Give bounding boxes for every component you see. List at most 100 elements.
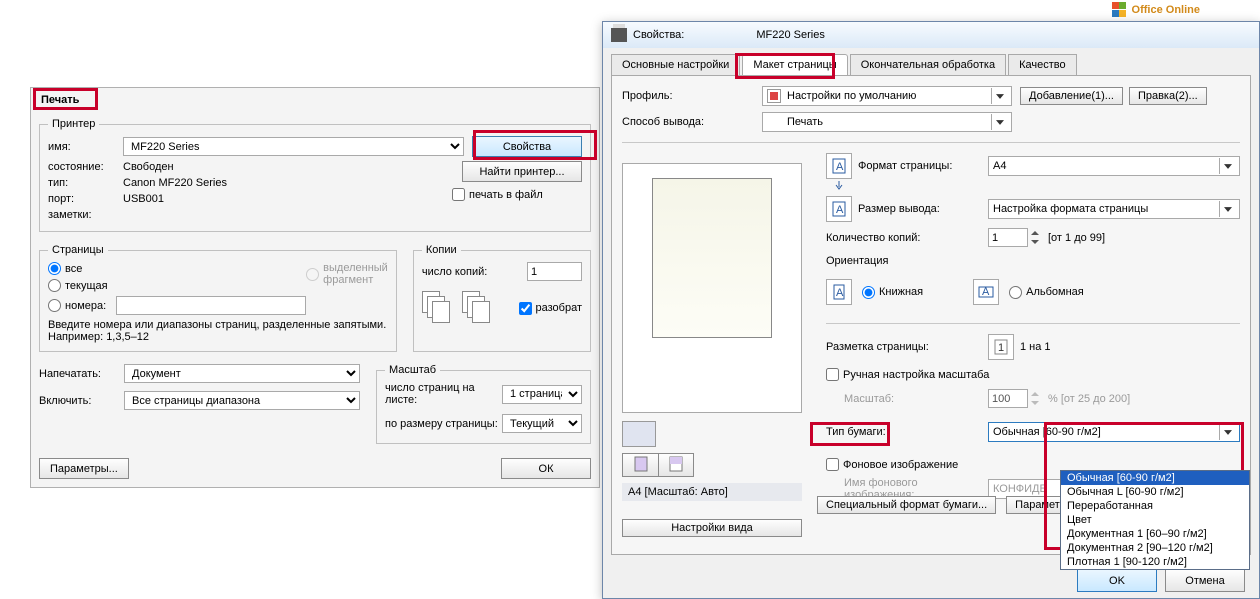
preview-stack-icon (622, 421, 656, 447)
portrait-radio[interactable] (862, 286, 875, 299)
pages-current-radio[interactable] (48, 279, 61, 292)
manual-scale-checkbox[interactable] (826, 368, 839, 381)
page-size-icon: A (826, 153, 852, 179)
chevron-down-icon (991, 114, 1007, 130)
custom-paper-size-button[interactable]: Специальный формат бумаги... (817, 496, 996, 514)
scale-group-label: Масштаб (385, 364, 440, 376)
paper-option[interactable]: Обычная L [60-90 г/м2] (1061, 485, 1249, 499)
pages-numbers-input[interactable] (116, 296, 306, 315)
collate-icon (462, 291, 492, 325)
page-icon (634, 456, 648, 472)
landscape-radio[interactable] (1009, 286, 1022, 299)
office-logo-icon (1112, 2, 1128, 18)
office-online-link[interactable]: Office Online (1112, 0, 1200, 20)
output-method-select[interactable]: Печать (762, 112, 1012, 132)
parameters-button[interactable]: Параметры... (39, 458, 129, 479)
paper-type-dropdown-list[interactable]: Обычная [60-90 г/м2] Обычная L [60-90 г/… (1060, 470, 1250, 570)
spinner-down-icon[interactable] (1028, 238, 1042, 247)
paper-option[interactable]: Документная 1 [60–90 г/м2] (1061, 527, 1249, 541)
svg-text:A: A (836, 161, 844, 173)
print-what-select[interactable]: Документ (124, 364, 360, 383)
spinner-up-icon (1028, 390, 1042, 399)
paper-option[interactable]: Документная 2 [90–120 г/м2] (1061, 541, 1249, 555)
tab-finishing[interactable]: Окончательная обработка (850, 54, 1006, 75)
paper-option[interactable]: Плотная 1 [90-120 г/м2] (1061, 555, 1249, 569)
profile-icon (767, 89, 781, 103)
output-size-label: Размер вывода: (858, 203, 988, 215)
landscape-icon: A (973, 279, 999, 305)
watermark-checkbox[interactable] (826, 458, 839, 471)
print-to-file-checkbox[interactable] (452, 188, 465, 201)
port-label: порт: (48, 193, 123, 205)
view-settings-button[interactable]: Настройки вида (622, 519, 802, 537)
pages-per-sheet-select[interactable]: 1 страница (502, 385, 582, 404)
pages-all-label: все (65, 263, 82, 275)
page-size-select[interactable]: A4 (988, 156, 1240, 176)
print-dialog-title: Печать (31, 88, 599, 112)
pages-selection-radio (306, 268, 319, 281)
properties-title-prefix: Свойства: (633, 29, 684, 41)
copies-label: Количество копий: (826, 232, 988, 244)
output-method-label: Способ вывода: (622, 116, 762, 128)
scale-input (988, 389, 1028, 408)
chevron-down-icon (1219, 201, 1235, 217)
collate-label: разобрат (536, 302, 582, 314)
chevron-down-icon (991, 88, 1007, 104)
pages-selection-label: выделенный фрагмент (323, 262, 388, 286)
page-layout-label: Разметка страницы: (826, 341, 988, 353)
pages-hint: Введите номера или диапазоны страниц, ра… (48, 319, 388, 343)
page-preview (622, 163, 802, 413)
paper-option[interactable]: Переработанная (1061, 499, 1249, 513)
tab-basic-settings[interactable]: Основные настройки (611, 54, 740, 75)
spinner-up-icon[interactable] (1028, 229, 1042, 238)
highlight-print-title (33, 88, 98, 110)
profile-select[interactable]: Настройки по умолчанию (762, 86, 1012, 106)
include-select[interactable]: Все страницы диапазона (124, 391, 360, 410)
properties-ok-button[interactable]: OK (1077, 569, 1157, 592)
copies-group: Копии число копий: разобрат (413, 244, 591, 352)
highlight-paper-type-label (810, 422, 890, 446)
pages-all-radio[interactable] (48, 262, 61, 275)
copies-range: [от 1 до 99] (1048, 232, 1105, 244)
pages-group: Страницы все текущая номера: выделенный … (39, 244, 397, 352)
arrow-down-icon (834, 181, 844, 191)
tab-quality[interactable]: Качество (1008, 54, 1077, 75)
preview-caption: A4 [Масштаб: Авто] (622, 483, 802, 501)
manual-scale-label: Ручная настройка масштаба (843, 369, 989, 381)
edit-profile-button[interactable]: Правка(2)... (1129, 87, 1207, 105)
fit-to-page-select[interactable]: Текущий (502, 414, 582, 433)
printer-name-select[interactable]: MF220 Series (123, 137, 464, 156)
collate-checkbox[interactable] (519, 302, 532, 315)
collate-icon (422, 291, 452, 325)
layout-icon: 1 (988, 334, 1014, 360)
type-label: тип: (48, 177, 123, 189)
properties-cancel-button[interactable]: Отмена (1165, 569, 1245, 592)
pages-numbers-label: номера: (65, 300, 106, 312)
office-text: Office Online (1132, 4, 1200, 16)
state-label: состояние: (48, 161, 123, 173)
watermark-name-value: КОНФИДЕ (993, 483, 1047, 495)
add-profile-button[interactable]: Добавление(1)... (1020, 87, 1123, 105)
printer-name-label: имя: (48, 141, 123, 153)
print-ok-button[interactable]: ОК (501, 458, 591, 479)
properties-titlebar: Свойства: MF220 Series (603, 22, 1259, 48)
highlight-page-layout-tab (735, 53, 835, 79)
preview-mode-2-button[interactable] (658, 453, 694, 477)
copies-input[interactable] (988, 228, 1028, 247)
copies-count-input[interactable] (527, 262, 582, 281)
orientation-label: Ориентация (826, 255, 1240, 267)
page-half-icon (669, 456, 683, 472)
preview-mode-1-button[interactable] (622, 453, 658, 477)
pages-group-label: Страницы (48, 244, 108, 256)
output-size-select[interactable]: Настройка формата страницы (988, 199, 1240, 219)
watermark-label: Фоновое изображение (843, 459, 958, 471)
highlight-props-button (473, 130, 597, 160)
svg-text:A: A (982, 286, 990, 298)
svg-text:A: A (836, 287, 844, 299)
port-value: USB001 (123, 193, 164, 205)
find-printer-button[interactable]: Найти принтер... (462, 161, 582, 182)
pages-numbers-radio[interactable] (48, 299, 61, 312)
paper-option[interactable]: Цвет (1061, 513, 1249, 527)
paper-option[interactable]: Обычная [60-90 г/м2] (1061, 471, 1249, 485)
notes-label: заметки: (48, 209, 123, 221)
